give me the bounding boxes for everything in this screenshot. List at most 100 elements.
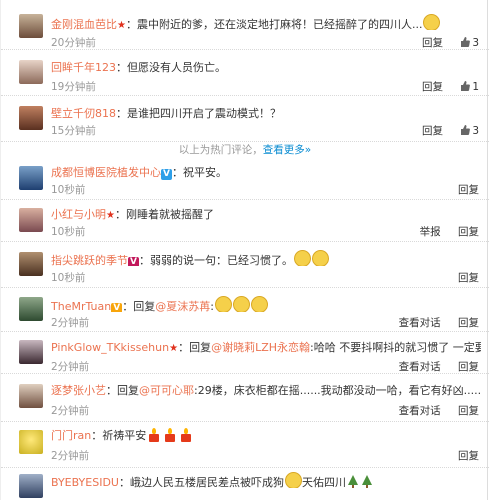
username[interactable]: 回眸千年123 bbox=[51, 61, 116, 74]
list-item: BYEBYESIDU：峨边人民五楼居民差点被吓成狗 天佑四川 bbox=[1, 468, 489, 500]
mention-link[interactable]: @可可心耶 bbox=[139, 384, 194, 397]
reply-button[interactable]: 回复 bbox=[422, 81, 443, 93]
timestamp: 10秒前 bbox=[51, 272, 86, 284]
avatar[interactable] bbox=[19, 297, 43, 321]
timestamp: 10秒前 bbox=[51, 226, 86, 238]
list-item: PinkGlow_TKkissehun★：回复@谢晓莉LZH永恋翰:哈哈 不要抖… bbox=[1, 332, 489, 374]
laugh-emoji-icon bbox=[294, 250, 311, 266]
reply-button[interactable]: 回复 bbox=[422, 125, 443, 137]
tree-icon bbox=[361, 475, 373, 488]
smile-emoji-icon bbox=[423, 14, 441, 30]
comment-text: ：峨边人民五楼居民差点被吓成狗 bbox=[118, 476, 284, 488]
list-item: TheMrTuan V ：回复@夏沫苏苒: 2分钟前 查看对话 回复 bbox=[1, 288, 489, 332]
list-item: 回眸千年123：但愿没有人员伤亡。 19分钟前 回复 1 bbox=[1, 50, 489, 96]
reply-button[interactable]: 回复 bbox=[458, 184, 479, 196]
avatar[interactable] bbox=[19, 166, 43, 190]
reply-button[interactable]: 回复 bbox=[422, 37, 443, 49]
username[interactable]: 成都恒博医院植发中心 bbox=[51, 166, 161, 179]
list-item: 指尖跳跃的季节 V ：弱弱的说一句：已经习惯了。 10秒前 回复 bbox=[1, 242, 489, 288]
like-button[interactable]: 3 bbox=[460, 125, 479, 137]
sunglasses-emoji-icon bbox=[232, 296, 250, 312]
username[interactable]: 逐梦张小艺 bbox=[51, 384, 106, 397]
comment-text: ：祈祷平安 bbox=[91, 429, 147, 442]
comment-text: :29楼，床衣柜都在摇......我动都没动一哈，看它有好凶..... bbox=[194, 384, 481, 397]
comment-text: : bbox=[210, 300, 214, 312]
username[interactable]: 壁立千仞818 bbox=[51, 107, 116, 120]
avatar[interactable] bbox=[19, 474, 43, 498]
thumbs-up-icon bbox=[461, 81, 471, 91]
like-count: 3 bbox=[472, 37, 479, 49]
reply-prefix: ：回复 bbox=[122, 300, 156, 312]
reply-button[interactable]: 回复 bbox=[458, 450, 479, 462]
list-item: 门门ran：祈祷平安 2分钟前 回复 bbox=[1, 422, 489, 468]
timestamp: 2分钟前 bbox=[51, 317, 90, 329]
username[interactable]: 金刚混血芭比 bbox=[51, 18, 117, 30]
avatar[interactable] bbox=[19, 340, 43, 364]
comment-list: 金刚混血芭比★：震中附近的爹，还在淡定地打麻将！已经摇醉了的四川人... 20分… bbox=[0, 0, 489, 500]
view-conversation-button[interactable]: 查看对话 bbox=[399, 361, 441, 373]
thumbs-up-icon bbox=[461, 37, 471, 47]
timestamp: 10秒前 bbox=[51, 184, 86, 196]
candle-icon bbox=[148, 428, 160, 442]
verified-badge-icon: V bbox=[161, 169, 172, 180]
username[interactable]: TheMrTuan bbox=[51, 300, 111, 312]
reply-button[interactable]: 回复 bbox=[458, 361, 479, 373]
reply-prefix: ：回复 bbox=[178, 341, 212, 354]
avatar[interactable] bbox=[19, 430, 43, 454]
avatar[interactable] bbox=[19, 14, 43, 38]
like-count: 1 bbox=[472, 81, 479, 93]
username[interactable]: 小红与小明 bbox=[51, 208, 106, 221]
timestamp: 19分钟前 bbox=[51, 81, 96, 93]
comment-text: ：但愿没有人员伤亡。 bbox=[116, 61, 226, 74]
comment-text: ：弱弱的说一句：已经习惯了。 bbox=[139, 254, 293, 266]
list-item: 逐梦张小艺：回复@可可心耶:29楼，床衣柜都在摇......我动都没动一哈，看它… bbox=[1, 374, 489, 422]
list-item: 小红与小明★：刚睡着就被摇醒了 10秒前 举报 回复 bbox=[1, 200, 489, 242]
hot-comments-divider: 以上为热门评论，查看更多» bbox=[1, 143, 489, 157]
avatar[interactable] bbox=[19, 106, 43, 130]
avatar[interactable] bbox=[19, 60, 43, 84]
timestamp: 15分钟前 bbox=[51, 125, 96, 137]
thumbs-up-icon bbox=[461, 125, 471, 135]
timestamp: 2分钟前 bbox=[51, 361, 90, 373]
reply-button[interactable]: 回复 bbox=[458, 272, 479, 284]
comment-text: :哈哈 不要抖啊抖的就习惯了 一定要跑出去 bbox=[310, 341, 481, 354]
candle-icon bbox=[164, 428, 176, 442]
verified-badge-icon: V bbox=[111, 303, 123, 312]
username[interactable]: BYEBYESIDU bbox=[51, 476, 119, 488]
list-item: 金刚混血芭比★：震中附近的爹，还在淡定地打麻将！已经摇醉了的四川人... 20分… bbox=[1, 0, 489, 50]
star-badge-icon: ★ bbox=[117, 20, 126, 30]
avatar[interactable] bbox=[19, 384, 43, 408]
timestamp: 2分钟前 bbox=[51, 405, 90, 417]
like-button[interactable]: 1 bbox=[460, 81, 479, 93]
comment-text-suffix: 天佑四川 bbox=[301, 476, 346, 488]
username[interactable]: 指尖跳跃的季节 bbox=[51, 254, 128, 266]
comment-text: ：是谁把四川开启了震动模式！？ bbox=[116, 107, 281, 120]
see-more-link[interactable]: 查看更多» bbox=[263, 144, 311, 156]
list-item: 成都恒博医院植发中心 V ：祝平安。 10秒前 回复 bbox=[1, 158, 489, 200]
comment-text: ：震中附近的爹，还在淡定地打麻将！已经摇醉了的四川人... bbox=[125, 18, 423, 30]
mention-link[interactable]: @夏沫苏苒 bbox=[155, 300, 210, 312]
reply-prefix: ：回复 bbox=[106, 384, 139, 397]
avatar[interactable] bbox=[19, 252, 43, 276]
username[interactable]: 门门ran bbox=[51, 429, 91, 442]
like-button[interactable]: 3 bbox=[460, 37, 479, 49]
timestamp: 2分钟前 bbox=[51, 450, 90, 462]
sunglasses-emoji-icon bbox=[214, 296, 232, 312]
sunglasses-emoji-icon bbox=[250, 296, 268, 312]
reply-button[interactable]: 回复 bbox=[458, 317, 479, 329]
mention-link[interactable]: @谢晓莉LZH永恋翰 bbox=[211, 341, 310, 354]
username[interactable]: PinkGlow_TKkissehun bbox=[51, 341, 169, 354]
list-item: 壁立千仞818：是谁把四川开启了震动模式！？ 15分钟前 回复 3 bbox=[1, 96, 489, 142]
laugh-emoji-icon bbox=[312, 250, 329, 266]
star-badge-icon: ★ bbox=[169, 343, 179, 354]
avatar[interactable] bbox=[19, 208, 43, 232]
reply-button[interactable]: 回复 bbox=[458, 226, 479, 238]
reply-button[interactable]: 回复 bbox=[458, 405, 479, 417]
view-conversation-button[interactable]: 查看对话 bbox=[399, 317, 441, 329]
tree-icon bbox=[347, 475, 359, 488]
timestamp: 20分钟前 bbox=[51, 37, 96, 49]
report-button[interactable]: 举报 bbox=[420, 226, 441, 238]
laugh-emoji-icon bbox=[284, 472, 302, 488]
candle-icon bbox=[180, 428, 192, 442]
view-conversation-button[interactable]: 查看对话 bbox=[399, 405, 441, 417]
